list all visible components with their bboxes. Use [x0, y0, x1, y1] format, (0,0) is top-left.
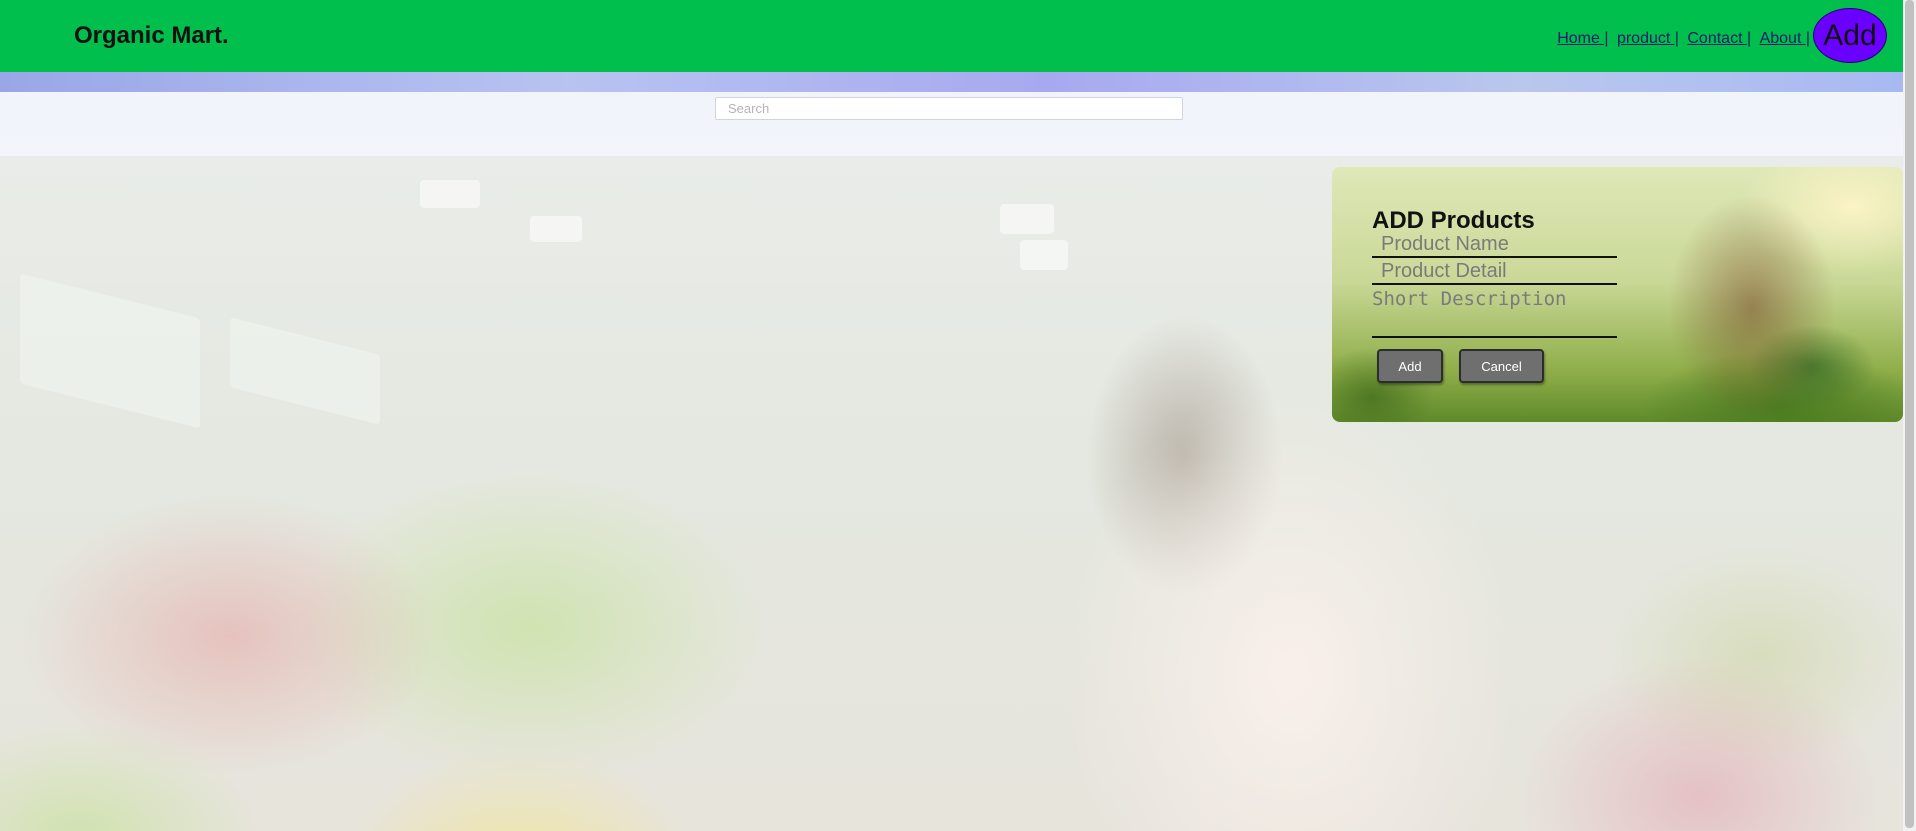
header-add-button[interactable]: Add — [1813, 8, 1887, 63]
hero-light-spot — [420, 180, 480, 208]
scrollbar-thumb[interactable] — [1905, 0, 1914, 828]
top-bar: Organic Mart. Home | product | Contact |… — [0, 0, 1903, 72]
hero-light-spot — [1020, 240, 1068, 270]
short-description-textarea[interactable] — [1372, 288, 1617, 338]
hero-shelf-sign — [230, 317, 380, 425]
nav-home[interactable]: Home | — [1557, 30, 1608, 47]
add-product-card: ADD Products Add Cancel — [1332, 167, 1903, 422]
hero-light-spot — [1000, 204, 1054, 234]
product-name-input[interactable] — [1372, 232, 1617, 258]
nav-contact[interactable]: Contact | — [1687, 30, 1751, 47]
add-product-button[interactable]: Add — [1377, 349, 1443, 383]
hero-light-spot — [530, 216, 582, 242]
nav-about[interactable]: About | — [1760, 30, 1810, 47]
vertical-scrollbar[interactable] — [1903, 0, 1916, 831]
page: Organic Mart. Home | product | Contact |… — [0, 0, 1916, 831]
product-detail-input[interactable] — [1372, 259, 1617, 285]
main-nav: Home | product | Contact | About | — [1553, 30, 1810, 48]
cancel-button[interactable]: Cancel — [1459, 349, 1544, 383]
search-input[interactable] — [715, 97, 1183, 120]
add-product-title: ADD Products — [1372, 207, 1535, 234]
hero-shelf-sign — [20, 273, 200, 429]
brand-logo-text[interactable]: Organic Mart. — [74, 22, 229, 50]
nav-product[interactable]: product | — [1617, 30, 1679, 47]
